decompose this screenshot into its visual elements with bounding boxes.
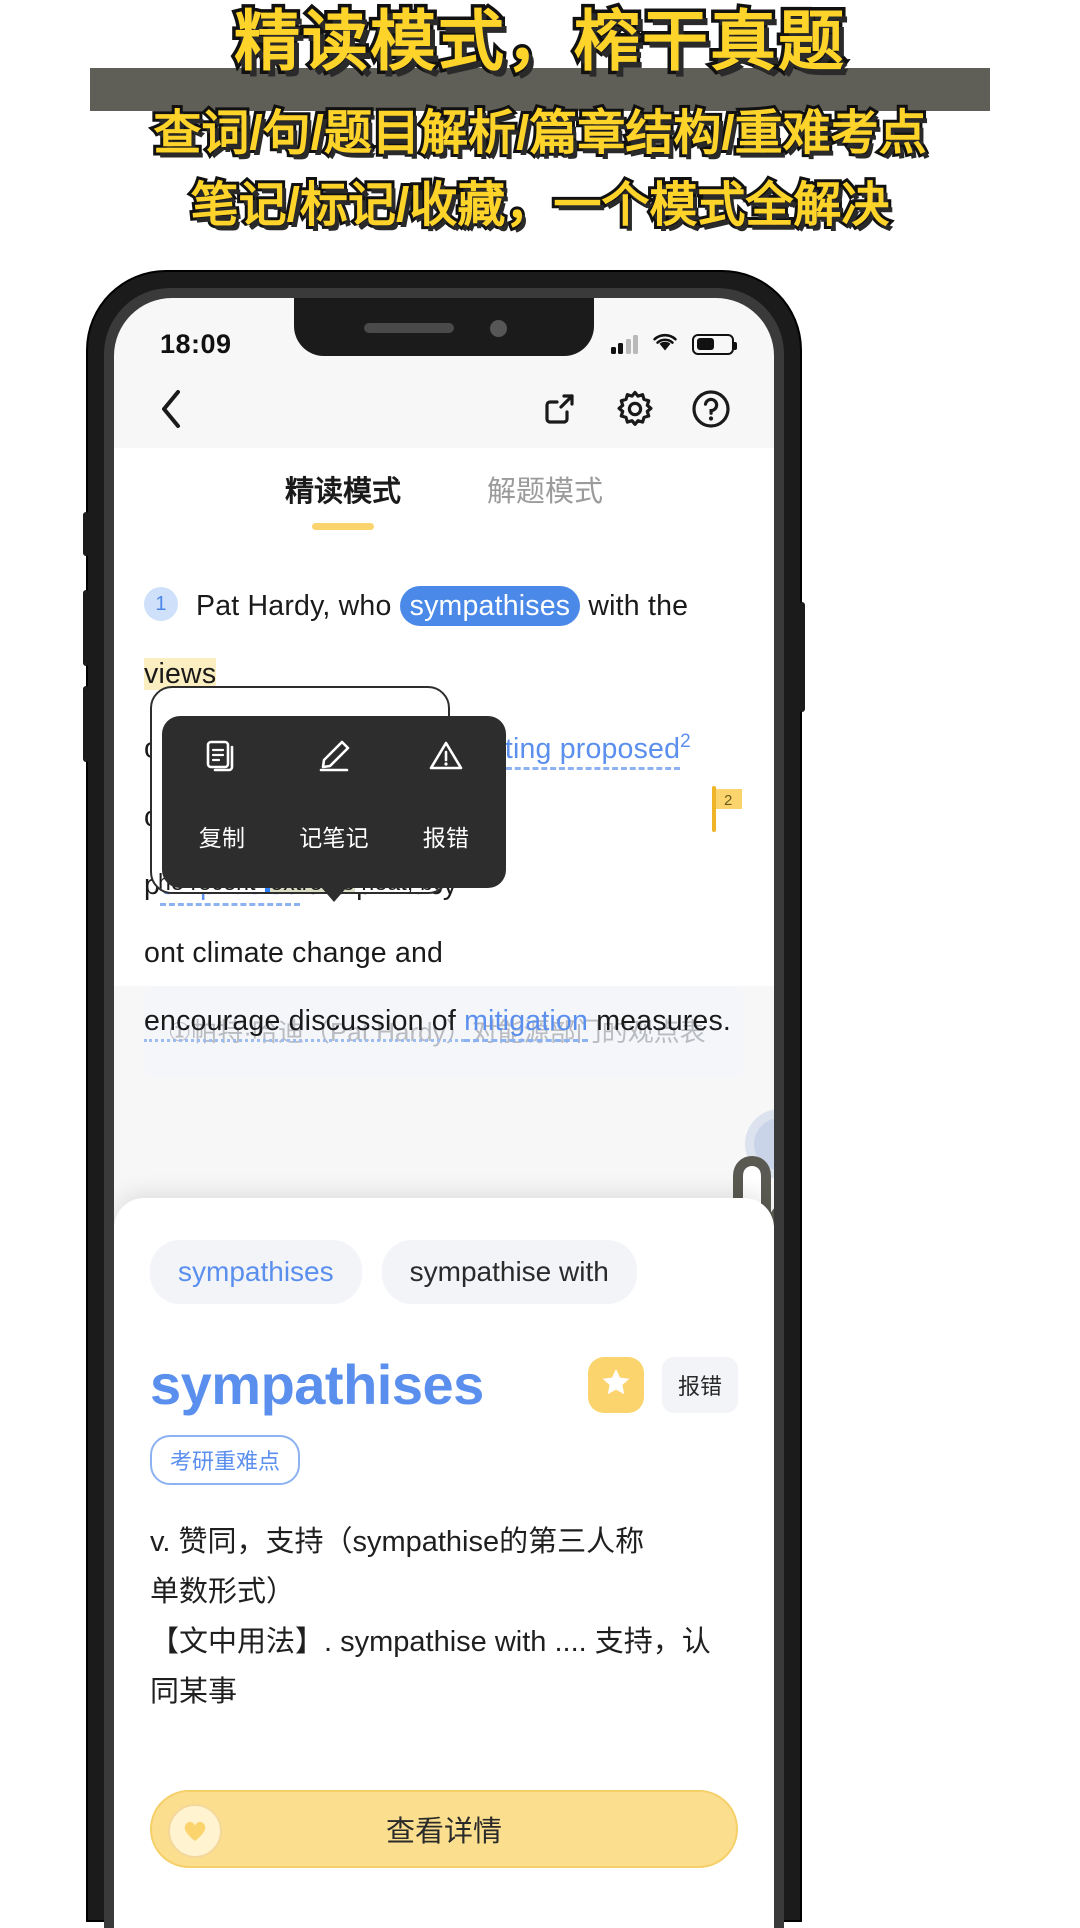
favorite-star-button[interactable] (587, 1356, 644, 1413)
mute-switch (83, 512, 89, 556)
article-text-k: encourage discussion of (144, 1004, 465, 1042)
volume-up-button (83, 590, 89, 666)
text-context-menu: 复制 记笔记 报错 (162, 716, 506, 888)
article-text-i: o (144, 936, 161, 969)
phone-mockup: 18:09 精读模式 解题模式 1 Pat Hardy, who sympath… (83, 272, 805, 1928)
difficulty-tag-badge: 考研重难点 (150, 1435, 301, 1485)
definition-line-3: 【文中用法】. sympathise with .... 支持，认 (150, 1626, 711, 1658)
article-text-a: Pat Hardy, who (196, 590, 400, 622)
context-menu-copy[interactable]: 复制 (184, 730, 260, 872)
context-menu-report[interactable]: 报错 (408, 730, 484, 872)
pencil-icon (317, 740, 351, 780)
tab-intensive-reading[interactable]: 精读模式 (285, 468, 401, 514)
status-time: 18:09 (160, 328, 232, 359)
article-text-l: measures. (588, 1004, 732, 1037)
status-bar: 18:09 (114, 298, 774, 370)
article-text-j: nt climate change and (160, 936, 444, 969)
footnote-marker[interactable]: 2 (680, 731, 691, 752)
promo-subline-1: 查词/句/题目解析/篇章结构/重难考点 (150, 104, 929, 163)
warning-triangle-icon (429, 741, 463, 780)
question-circle-icon[interactable] (686, 384, 736, 434)
article-text-b: with the (580, 590, 689, 622)
selected-word-sympathises[interactable]: sympathises (399, 586, 581, 626)
flag-icon[interactable]: 2 (710, 786, 746, 832)
wifi-icon (651, 331, 679, 357)
context-menu-note[interactable]: 记笔记 (296, 730, 372, 872)
context-menu-copy-label: 复制 (198, 825, 246, 851)
promo-headline: 精读模式，榨干真题 (231, 1, 848, 82)
cellular-signal-icon (610, 334, 638, 354)
promo-header: 精读模式，榨干真题 查词/句/题目解析/篇章结构/重难考点 笔记/标记/收藏，一… (0, 0, 1080, 262)
promo-subline-2: 笔记/标记/收藏，一个模式全解决 (188, 176, 893, 235)
volume-down-button (83, 686, 89, 762)
app-navbar (114, 370, 774, 448)
copy-icon (205, 740, 239, 780)
view-details-button[interactable]: 查看详情 (150, 1790, 738, 1868)
share-icon[interactable] (534, 384, 584, 434)
power-button (799, 602, 805, 712)
word-chip-sympathise-with[interactable]: sympathise with (381, 1240, 637, 1304)
context-menu-report-label: 报错 (422, 825, 470, 851)
word-chip-sympathises[interactable]: sympathises (150, 1240, 362, 1304)
dictionary-report-button[interactable]: 报错 (661, 1356, 738, 1413)
gear-icon[interactable] (610, 384, 660, 434)
tab-problem-solving[interactable]: 解题模式 (487, 468, 603, 514)
star-icon (600, 1366, 632, 1403)
dictionary-definitions: v. 赞同，支持（sympathise的第三人称 单数形式） 【文中用法】. s… (150, 1517, 738, 1717)
definition-line-4: 同某事 (150, 1676, 238, 1708)
sentence-number-badge: 1 (144, 587, 178, 622)
mode-tabs: 精读模式 解题模式 (114, 448, 774, 534)
chevron-left-icon[interactable] (146, 384, 196, 434)
view-details-label: 查看详情 (385, 1816, 502, 1848)
dictionary-header-row: sympathises 报错 (150, 1352, 738, 1417)
blue-word-mitigation[interactable]: mitigation (464, 1004, 589, 1042)
battery-icon (692, 333, 737, 355)
dictionary-headword: sympathises (150, 1353, 484, 1416)
word-chip-list: sympathises sympathise with (150, 1240, 738, 1304)
context-menu-note-label: 记笔记 (299, 825, 369, 851)
definition-line-2: 单数形式） (150, 1576, 296, 1608)
phone-screen: 18:09 精读模式 解题模式 1 Pat Hardy, who sympath… (114, 298, 774, 1928)
dictionary-sheet: sympathises sympathise with sympathises … (114, 1198, 774, 1928)
svg-text:2: 2 (724, 792, 733, 809)
vip-heart-icon (168, 1804, 222, 1858)
phone-bezel: 18:09 精读模式 解题模式 1 Pat Hardy, who sympath… (104, 288, 784, 1928)
definition-line-1: v. 赞同，支持（sympathise的第三人称 (150, 1526, 645, 1558)
article-body: 1 Pat Hardy, who sympathises with the vie… (114, 534, 774, 1297)
